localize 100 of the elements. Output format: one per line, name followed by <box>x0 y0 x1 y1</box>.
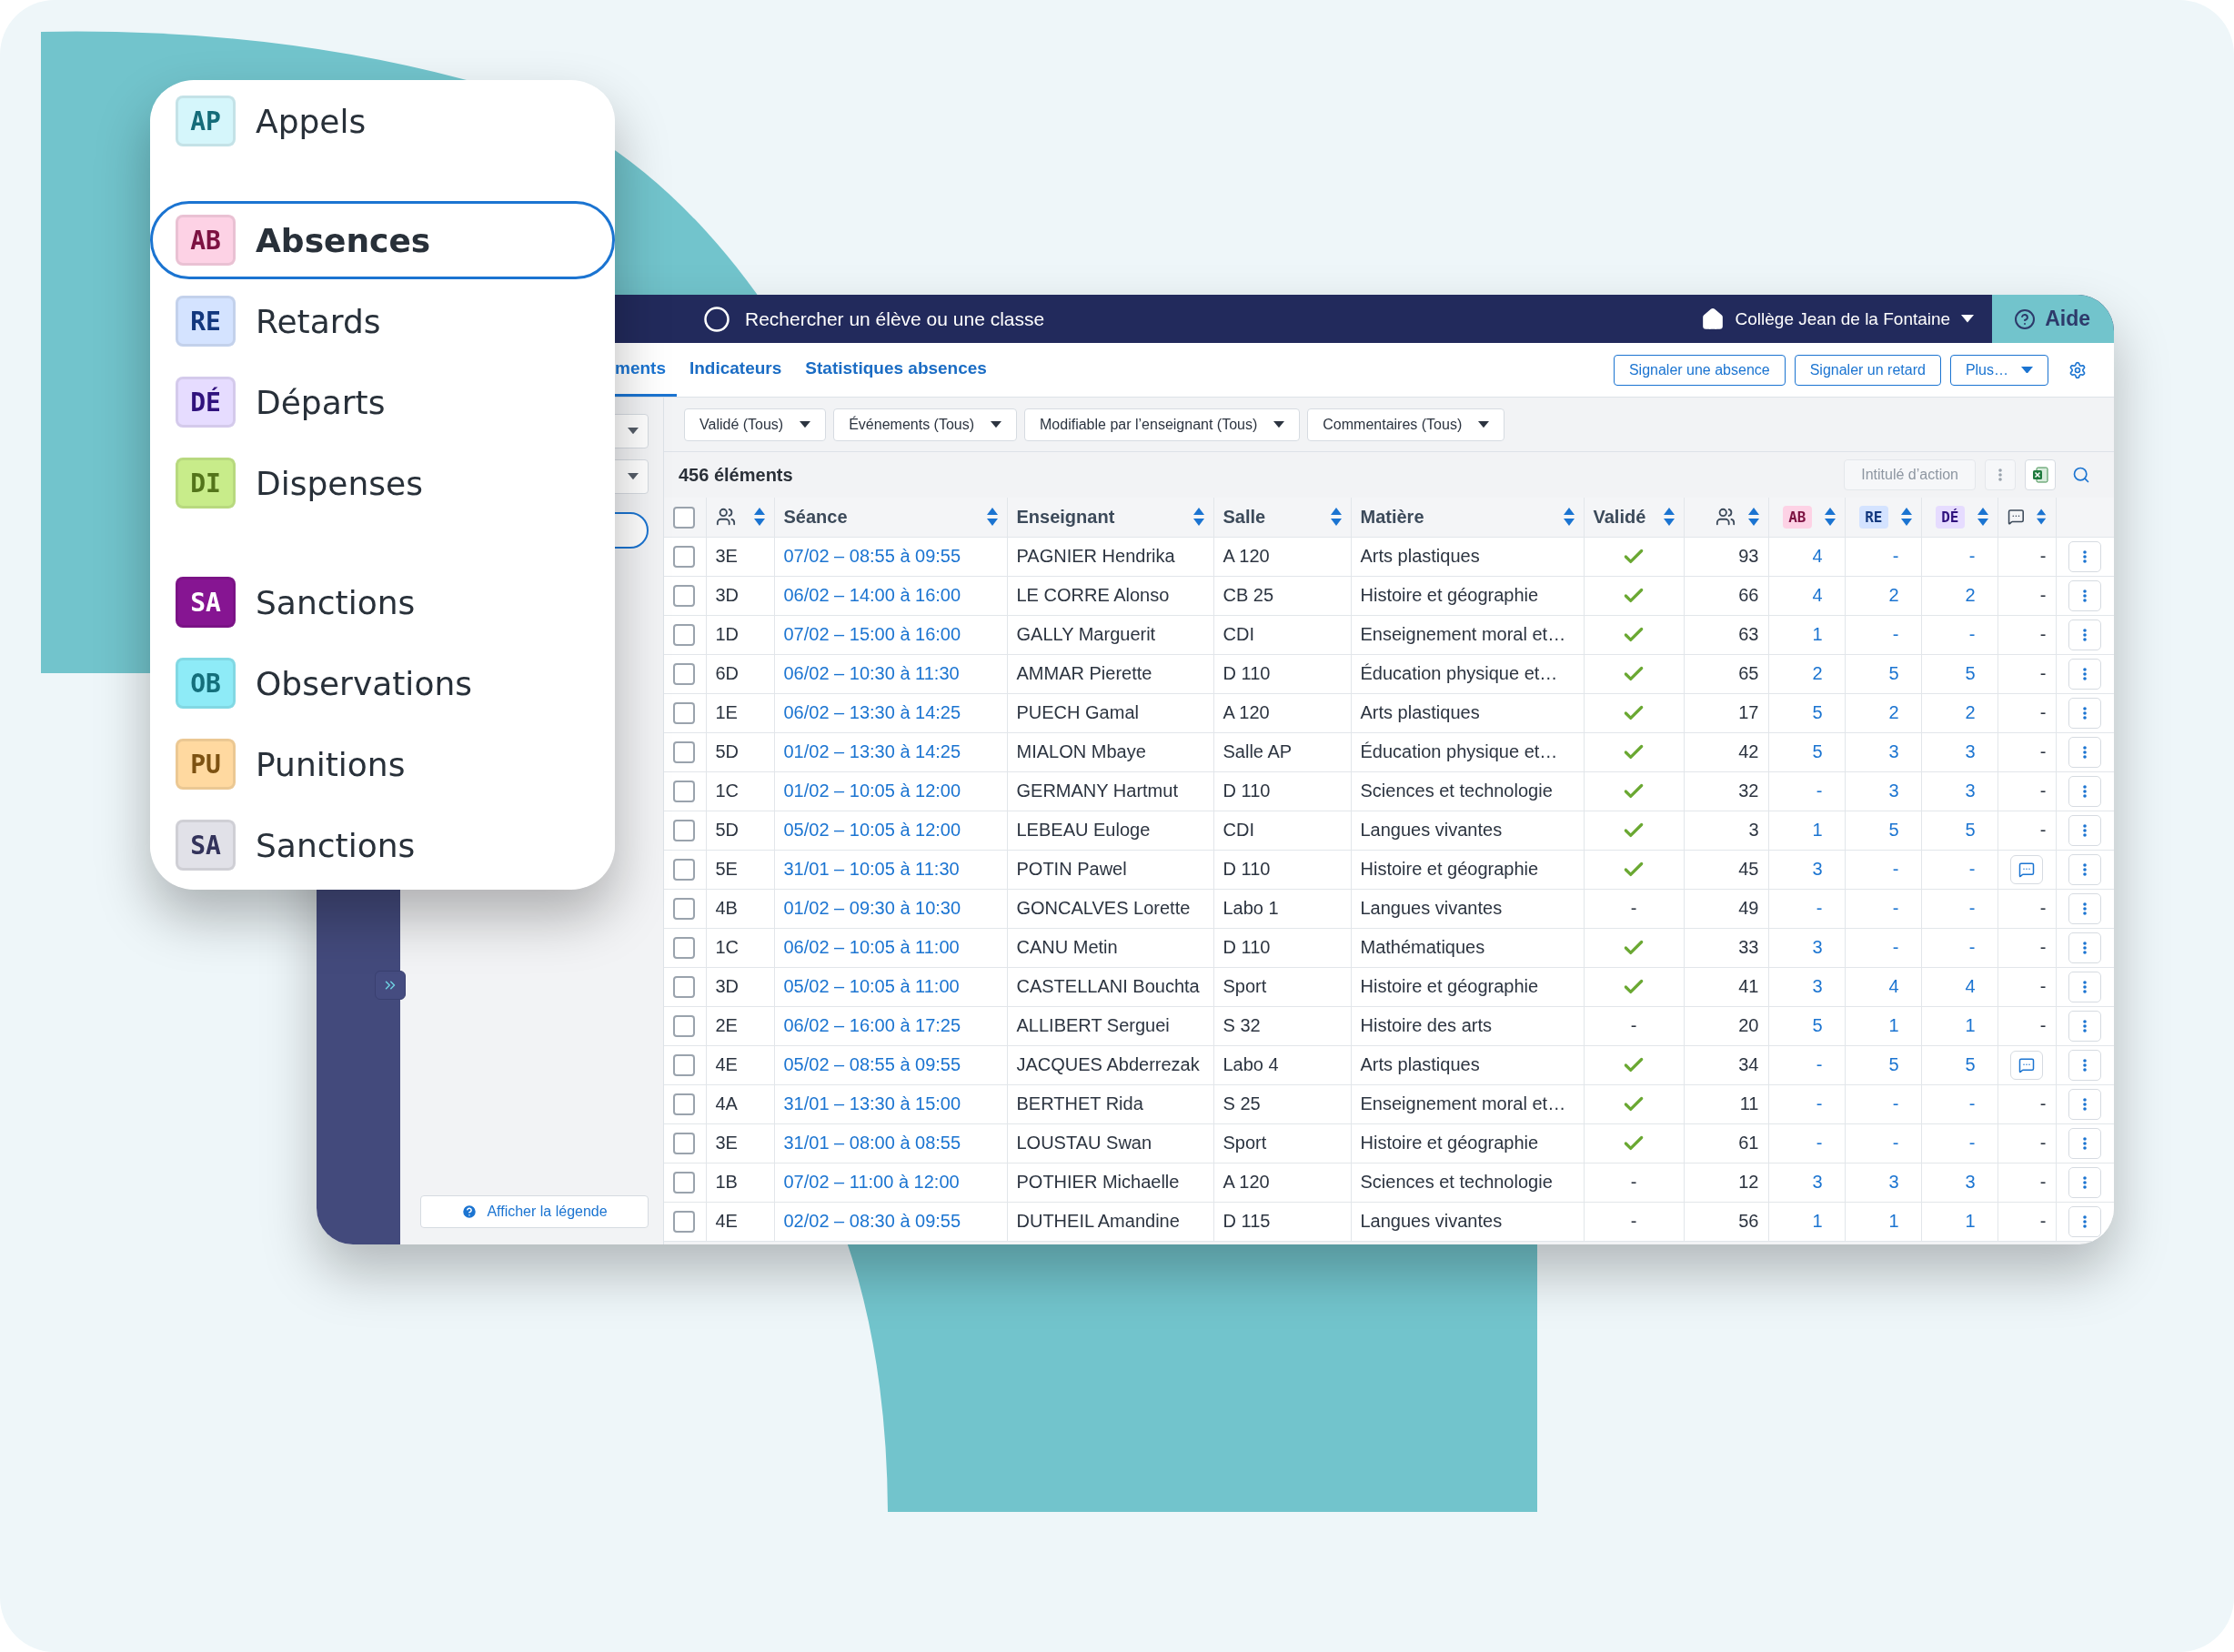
count-link[interactable]: - <box>1892 546 1899 566</box>
action-button[interactable]: Signaler une absence <box>1613 354 1786 386</box>
count-link[interactable]: - <box>1816 781 1823 801</box>
collapse-button[interactable] <box>375 971 406 1000</box>
checkbox[interactable] <box>673 662 695 685</box>
sort-icon[interactable] <box>1900 508 1912 527</box>
filter-dropdown[interactable]: Événements (Tous) <box>833 408 1018 441</box>
count-link[interactable]: - <box>1968 1093 1976 1113</box>
count-link[interactable]: 5 <box>1888 820 1899 840</box>
count-link[interactable]: 3 <box>1812 1172 1823 1192</box>
sort-icon[interactable] <box>2037 508 2047 527</box>
column-header[interactable]: Séance <box>783 506 848 528</box>
count-link[interactable]: - <box>1968 937 1976 957</box>
count-link[interactable]: 2 <box>1888 585 1899 605</box>
count-link[interactable]: - <box>1968 1133 1976 1153</box>
column-header[interactable]: Matière <box>1360 506 1424 528</box>
filter-dropdown[interactable]: Validé (Tous) <box>684 408 827 441</box>
count-link[interactable]: - <box>1892 624 1899 644</box>
row-menu-button[interactable] <box>2068 619 2101 650</box>
row-menu-button[interactable] <box>2068 1049 2101 1081</box>
row-menu-button[interactable] <box>2068 971 2101 1002</box>
count-link[interactable]: 3 <box>1812 859 1823 879</box>
count-link[interactable]: 5 <box>1888 1054 1899 1074</box>
sort-icon[interactable] <box>1747 508 1759 527</box>
count-link[interactable]: - <box>1816 1133 1823 1153</box>
filter-dropdown[interactable]: Modifiable par l’enseignant (Tous) <box>1024 408 1301 441</box>
count-link[interactable]: 4 <box>1812 585 1823 605</box>
count-link[interactable]: 5 <box>1812 1015 1823 1035</box>
count-link[interactable]: 5 <box>1888 663 1899 683</box>
count-link[interactable]: - <box>1892 1133 1899 1153</box>
checkbox[interactable] <box>673 584 695 607</box>
sort-icon[interactable] <box>1977 508 1988 527</box>
checkbox[interactable] <box>673 1053 695 1076</box>
checkbox[interactable] <box>673 1132 695 1154</box>
count-link[interactable]: - <box>1892 898 1899 918</box>
sort-icon[interactable] <box>986 508 998 527</box>
row-menu-button[interactable] <box>2068 892 2101 924</box>
checkbox[interactable] <box>673 506 695 529</box>
count-link[interactable]: 2 <box>1888 702 1899 722</box>
count-link[interactable]: 3 <box>1965 1172 1976 1192</box>
action-button[interactable]: Signaler un retard <box>1794 354 1941 386</box>
sort-icon[interactable] <box>753 508 765 527</box>
row-menu-button[interactable] <box>2068 736 2101 768</box>
checkbox[interactable] <box>673 975 695 998</box>
checkbox[interactable] <box>673 1210 695 1233</box>
checkbox[interactable] <box>673 897 695 920</box>
menu-item[interactable]: AB Absences <box>150 201 615 279</box>
row-menu-button[interactable] <box>2068 1010 2101 1042</box>
search-field[interactable]: Rechercher un élève ou une classe <box>743 307 1143 331</box>
count-link[interactable]: 2 <box>1965 585 1976 605</box>
count-link[interactable]: 5 <box>1965 1054 1976 1074</box>
row-menu-button[interactable] <box>2068 814 2101 846</box>
count-link[interactable]: 1 <box>1888 1015 1899 1035</box>
checkbox[interactable] <box>673 858 695 881</box>
school-selector[interactable]: Collège Jean de la Fontaine <box>1682 307 1993 331</box>
checkbox[interactable] <box>673 623 695 646</box>
count-link[interactable]: 3 <box>1888 1172 1899 1192</box>
comment-button[interactable] <box>2010 854 2043 884</box>
checkbox[interactable] <box>673 819 695 841</box>
count-link[interactable]: - <box>1968 546 1976 566</box>
sort-icon[interactable] <box>1192 508 1204 527</box>
row-menu-button[interactable] <box>2068 579 2101 611</box>
checkbox[interactable] <box>673 545 695 568</box>
comment-button[interactable] <box>2010 1050 2043 1080</box>
checkbox[interactable] <box>673 701 695 724</box>
count-link[interactable]: - <box>1816 1054 1823 1074</box>
filter-dropdown[interactable]: Commentaires (Tous) <box>1307 408 1505 441</box>
count-link[interactable]: 1 <box>1812 1211 1823 1231</box>
row-menu-button[interactable] <box>2068 775 2101 807</box>
count-link[interactable]: - <box>1968 859 1976 879</box>
row-menu-button[interactable] <box>2068 697 2101 729</box>
legend-button[interactable]: Afficher la légende <box>420 1195 649 1228</box>
sort-icon[interactable] <box>1663 508 1675 527</box>
sort-icon[interactable] <box>1563 508 1575 527</box>
row-menu-button[interactable] <box>2068 658 2101 690</box>
count-link[interactable]: 3 <box>1812 937 1823 957</box>
row-menu-button[interactable] <box>2068 1166 2101 1198</box>
count-link[interactable]: 1 <box>1888 1211 1899 1231</box>
count-link[interactable]: 4 <box>1965 976 1976 996</box>
count-link[interactable]: 1 <box>1965 1015 1976 1035</box>
checkbox[interactable] <box>673 1014 695 1037</box>
checkbox[interactable] <box>673 1093 695 1115</box>
sort-icon[interactable] <box>1330 508 1342 527</box>
row-menu-button[interactable] <box>2068 1127 2101 1159</box>
count-link[interactable]: 2 <box>1812 663 1823 683</box>
sort-icon[interactable] <box>1824 508 1836 527</box>
export-button[interactable] <box>2025 459 2056 490</box>
tab[interactable]: Indicateurs <box>678 343 793 397</box>
count-link[interactable]: - <box>1816 898 1823 918</box>
count-link[interactable]: - <box>1892 937 1899 957</box>
count-link[interactable]: 1 <box>1965 1211 1976 1231</box>
count-link[interactable]: - <box>1968 898 1976 918</box>
count-link[interactable]: 3 <box>1888 781 1899 801</box>
count-link[interactable]: 1 <box>1812 820 1823 840</box>
count-link[interactable]: 3 <box>1812 976 1823 996</box>
row-menu-button[interactable] <box>2068 853 2101 885</box>
checkbox[interactable] <box>673 780 695 802</box>
help-button[interactable]: Aide <box>1992 295 2114 343</box>
checkbox[interactable] <box>673 740 695 763</box>
row-menu-button[interactable] <box>2068 1205 2101 1237</box>
